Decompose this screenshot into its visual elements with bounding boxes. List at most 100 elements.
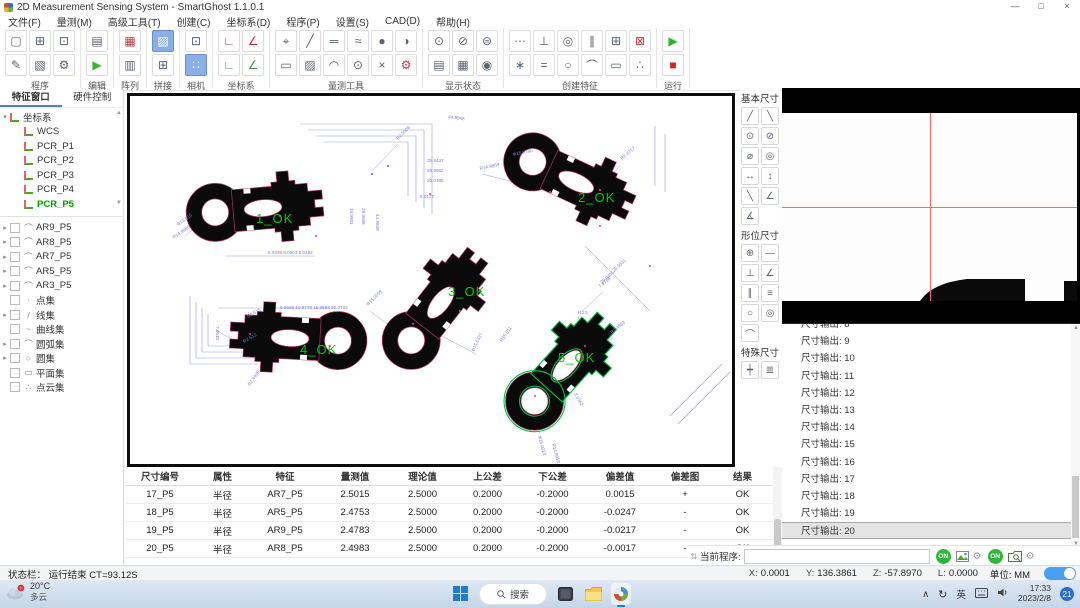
output-scrollbar[interactable]: ▲ ▼ [1071, 324, 1080, 548]
feature-checkbox[interactable] [10, 295, 20, 305]
feature-item-AR8_P5[interactable]: ▸⌒AR8_P5 [0, 235, 123, 250]
expand-arrow-icon[interactable]: ▸ [0, 340, 10, 348]
tree-root-coordsys[interactable]: ▾坐标系 [0, 110, 123, 125]
dim-angle-3point[interactable]: ∡ [741, 207, 759, 225]
feature-checkbox[interactable] [10, 310, 20, 320]
view-3d[interactable]: ◉ [476, 54, 498, 76]
dim-profile[interactable]: ⌒ [741, 324, 759, 342]
coord-origin[interactable]: ∟ [218, 54, 240, 76]
create-plane[interactable]: ▭ [605, 54, 627, 76]
menu-item-1[interactable]: 量测(M) [49, 14, 100, 29]
table-row-20_P5[interactable]: 20_P5半径AR8_P52.49832.50000.2000-0.2000-0… [125, 540, 782, 558]
menu-item-6[interactable]: 设置(S) [328, 14, 377, 29]
dim-output-list[interactable]: ≣ [761, 361, 779, 379]
coord-rotate[interactable]: ∠ [242, 30, 264, 52]
feature-item-AR9_P5[interactable]: ▸⌒AR9_P5 [0, 221, 123, 236]
table-row-18_P5[interactable]: 18_P5半径AR5_P52.47532.50000.2000-0.2000-0… [125, 504, 782, 522]
close-button[interactable]: × [1054, 0, 1080, 14]
tool-curve[interactable]: ≈ [347, 30, 369, 52]
stitch-settings[interactable]: ⊞ [152, 54, 174, 76]
output-item-16[interactable]: 尺寸输出: 16 [782, 454, 1080, 471]
view-image[interactable]: ▤ [428, 54, 450, 76]
create-perpendicular[interactable]: ⊥ [533, 30, 555, 52]
create-circle[interactable]: ○ [557, 54, 579, 76]
feature-item-点云集[interactable]: ∴点云集 [0, 380, 123, 395]
hide-dims[interactable]: ⊘ [452, 30, 474, 52]
create-mirror-lines[interactable]: ∥ [581, 30, 603, 52]
feature-item-点集[interactable]: ·点集 [0, 293, 123, 308]
menu-item-3[interactable]: 创建(C) [169, 14, 219, 29]
output-item-15[interactable]: 尺寸输出: 15 [782, 436, 1080, 453]
expand-arrow-icon[interactable]: ▸ [0, 354, 10, 362]
create-region[interactable]: ⊠ [629, 30, 651, 52]
feature-checkbox[interactable] [10, 252, 20, 262]
program-open[interactable]: ⊡ [53, 30, 75, 52]
filter-dims[interactable]: ⊜ [476, 30, 498, 52]
feature-checkbox[interactable] [10, 368, 20, 378]
maximize-button[interactable]: □ [1028, 0, 1054, 14]
tool-parallel[interactable]: ═ [323, 30, 345, 52]
expand-arrow-icon[interactable]: ▸ [0, 267, 10, 275]
tool-wrench[interactable]: × [371, 54, 393, 76]
feature-item-AR5_P5[interactable]: ▸⌒AR5_P5 [0, 264, 123, 279]
feature-item-AR7_P5[interactable]: ▸⌒AR7_P5 [0, 250, 123, 265]
tree-item-PCR_P2[interactable]: PCR_P2 [0, 154, 123, 169]
feature-item-平面集[interactable]: ▭平面集 [0, 366, 123, 381]
menu-item-8[interactable]: 帮助(H) [428, 14, 478, 29]
dim-parallelism[interactable]: ∥ [741, 284, 759, 302]
tool-pick[interactable]: ⌖ [275, 30, 297, 52]
ime-indicator[interactable]: 英 [956, 587, 966, 601]
feature-checkbox[interactable] [10, 237, 20, 247]
menu-item-2[interactable]: 高级工具(T) [100, 14, 169, 29]
scroll-up-icon[interactable]: ▲ [1073, 325, 1079, 331]
program-select[interactable]: ▧ [29, 54, 51, 76]
tool-arc[interactable]: ◑ [395, 30, 417, 52]
feature-checkbox[interactable] [10, 324, 20, 334]
dim-point-point[interactable]: ╲ [761, 107, 779, 125]
part-5_OK[interactable] [488, 297, 633, 447]
smartghost-app-icon[interactable] [611, 583, 631, 605]
camera-live[interactable]: ⊡ [185, 30, 207, 52]
dim-point-line[interactable]: ╱ [741, 107, 759, 125]
menu-item-4[interactable]: 坐标系(D) [218, 14, 278, 29]
measurement-canvas[interactable]: R2.500844.964639.943729.996220.03988.017… [127, 93, 735, 469]
minimize-button[interactable]: — [1002, 0, 1028, 14]
create-pin-circle[interactable]: ◎ [557, 30, 579, 52]
tool-focus[interactable]: ⊙ [347, 54, 369, 76]
expand-arrow-icon[interactable]: ▸ [0, 253, 10, 261]
notification-badge[interactable]: 21 [1060, 587, 1074, 601]
settings-gear-icon-2[interactable]: ⚙ [1026, 551, 1035, 562]
expand-arrow-icon[interactable]: ▸ [0, 311, 10, 319]
dim-special-width[interactable]: ┿ [741, 361, 759, 379]
edit-image[interactable]: ▤ [86, 30, 108, 52]
feature-item-AR3_P5[interactable]: ▸⌒AR3_P5 [0, 279, 123, 294]
volume-icon[interactable] [997, 587, 1009, 601]
tool-advanced[interactable]: ⚙ [395, 54, 417, 76]
splitter-arrows-icon[interactable]: ⇅ [688, 552, 700, 561]
create-point[interactable]: ⋯ [509, 30, 531, 52]
dim-straightness[interactable]: — [761, 244, 779, 262]
program-new[interactable]: ▢ [5, 30, 27, 52]
run-stop[interactable]: ■ [662, 54, 684, 76]
tree-item-WCS[interactable]: WCS [0, 125, 123, 140]
tool-hatch[interactable]: ▨ [299, 54, 321, 76]
dim-concentricity[interactable]: ◎ [761, 304, 779, 322]
tool-rect[interactable]: ▭ [275, 54, 297, 76]
part-2_OK[interactable] [492, 118, 646, 239]
stitch-image[interactable]: ▨ [152, 30, 174, 52]
dim-line-circle[interactable]: ⌀ [741, 147, 759, 165]
settings-gear-icon-1[interactable]: ⚙ [973, 551, 982, 562]
expand-arrow-icon[interactable]: ▸ [0, 238, 10, 246]
output-item-19[interactable]: 尺寸输出: 19 [782, 505, 1080, 522]
expand-arrow-icon[interactable]: ▸ [0, 224, 10, 232]
dim-symmetry[interactable]: ≡ [761, 284, 779, 302]
feature-item-曲线集[interactable]: ~曲线集 [0, 322, 123, 337]
tab-hardware-control[interactable]: 硬件控制 [62, 90, 124, 107]
tree-item-PCR_P4[interactable]: PCR_P4 [0, 183, 123, 198]
file-explorer-icon[interactable] [583, 583, 603, 605]
part-1_OK[interactable] [183, 168, 326, 250]
dim-distance-h[interactable]: ↔ [741, 167, 759, 185]
unit-toggle[interactable] [1044, 567, 1076, 580]
feature-item-圆弧集[interactable]: ▸⌒圆弧集 [0, 337, 123, 352]
menu-item-7[interactable]: CAD(D) [377, 16, 428, 27]
